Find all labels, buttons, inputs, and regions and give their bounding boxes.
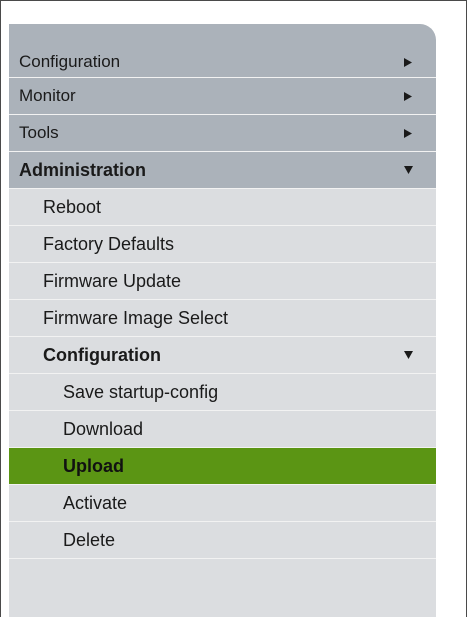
menu-item-label: Configuration <box>19 52 121 71</box>
menu-item-label: Download <box>63 419 144 439</box>
menu-item-monitor[interactable]: Monitor <box>9 78 436 115</box>
menu-item-label: Activate <box>63 493 128 513</box>
triangle-right-icon <box>402 115 414 151</box>
triangle-right-icon <box>402 46 414 78</box>
menu-item-label: Firmware Image Select <box>43 308 229 328</box>
screenshot-frame: Configuration Monitor Tools Administrati… <box>0 0 467 617</box>
menu-item-save-startup-config[interactable]: Save startup-config <box>9 374 436 411</box>
menu-item-label: Monitor <box>19 86 76 105</box>
menu-item-label: Administration <box>19 160 147 180</box>
triangle-down-icon <box>402 152 414 188</box>
menu-item-label: Save startup-config <box>63 382 219 402</box>
menu-item-firmware-update[interactable]: Firmware Update <box>9 263 436 300</box>
menu-item-upload[interactable]: Upload <box>9 448 436 485</box>
menu-item-admin-configuration[interactable]: Configuration <box>9 337 436 374</box>
triangle-right-icon <box>402 78 414 114</box>
menu-item-label: Upload <box>63 456 124 476</box>
menu-item-reboot[interactable]: Reboot <box>9 189 436 226</box>
menu-item-label: Delete <box>63 530 116 550</box>
menu-item-factory-defaults[interactable]: Factory Defaults <box>9 226 436 263</box>
menu-item-administration[interactable]: Administration <box>9 152 436 189</box>
menu-item-label: Firmware Update <box>43 271 182 291</box>
menu-item-tools[interactable]: Tools <box>9 115 436 152</box>
triangle-down-icon <box>402 337 414 373</box>
menu-header-cap <box>9 24 436 46</box>
menu-item-firmware-image-select[interactable]: Firmware Image Select <box>9 300 436 337</box>
menu-item-configuration[interactable]: Configuration <box>9 46 436 78</box>
navigation-menu: Configuration Monitor Tools Administrati… <box>9 24 436 617</box>
menu-item-activate[interactable]: Activate <box>9 485 436 522</box>
menu-item-delete[interactable]: Delete <box>9 522 436 559</box>
menu-item-label: Reboot <box>43 197 102 217</box>
menu-item-label: Configuration <box>43 345 161 365</box>
menu-item-download[interactable]: Download <box>9 411 436 448</box>
menu-item-label: Tools <box>19 123 59 142</box>
menu-item-label: Factory Defaults <box>43 234 175 254</box>
